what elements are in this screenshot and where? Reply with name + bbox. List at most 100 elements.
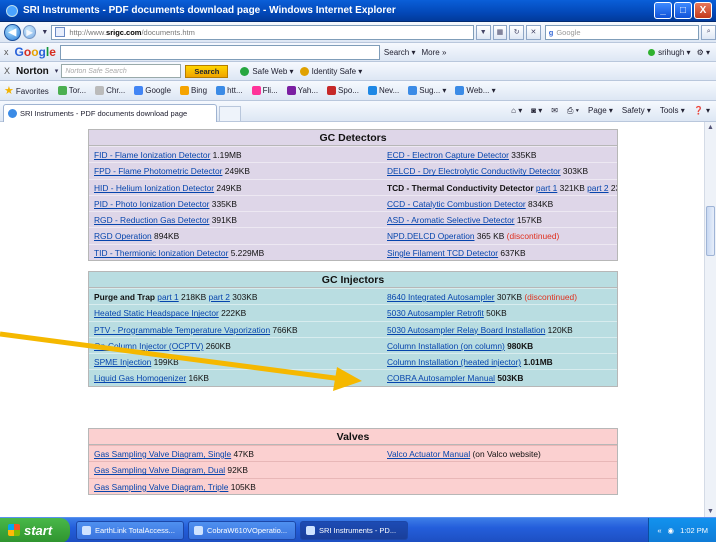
google-toolbar: x Google Search ▾ More » srihugh ▾ ⚙ ▾ bbox=[0, 43, 716, 62]
safe-web-button[interactable]: Safe Web ▾ bbox=[240, 66, 294, 76]
tab-sri-instruments[interactable]: SRI Instruments - PDF documents download… bbox=[3, 103, 217, 122]
google-user-menu[interactable]: srihugh ▾ bbox=[648, 48, 691, 57]
document-link[interactable]: 5030 Autosampler Retrofit bbox=[387, 308, 484, 318]
favorite-item[interactable]: Tor... bbox=[57, 86, 86, 95]
document-link-part-1[interactable]: part 1 bbox=[536, 183, 557, 193]
taskbar-item-cobra-doc[interactable]: CobraW610VOperatio... bbox=[188, 520, 296, 540]
new-tab-button[interactable] bbox=[219, 105, 241, 122]
empty-cell bbox=[382, 477, 617, 494]
home-icon[interactable]: ⌂ ▾ bbox=[511, 106, 522, 116]
scroll-thumb[interactable] bbox=[706, 206, 715, 256]
document-link[interactable]: PID - Photo Ionization Detector bbox=[94, 199, 209, 209]
file-size: 222KB bbox=[218, 308, 247, 319]
favorite-item[interactable]: Spo... bbox=[327, 86, 359, 95]
document-link-part-2[interactable]: part 2 bbox=[587, 183, 608, 193]
google-search-field[interactable] bbox=[59, 44, 380, 60]
address-dropdown-icon[interactable]: ▼ bbox=[475, 24, 491, 40]
tray-arrow-icon[interactable]: « bbox=[657, 526, 661, 535]
tools-menu[interactable]: Tools ▾ bbox=[660, 106, 685, 116]
document-link[interactable]: Column Installation (on column) bbox=[387, 341, 505, 351]
scroll-down-icon[interactable]: ▼ bbox=[705, 506, 716, 517]
address-field[interactable]: http://www. srigc.com/documents.htm bbox=[51, 24, 474, 40]
document-link-part-2[interactable]: part 2 bbox=[209, 292, 230, 302]
google-more-button[interactable]: More » bbox=[422, 48, 447, 57]
identity-safe-button[interactable]: Identity Safe ▾ bbox=[299, 66, 362, 76]
stop-icon[interactable]: ✕ bbox=[526, 24, 541, 40]
document-link[interactable]: Liquid Gas Homogenizer bbox=[94, 373, 186, 383]
page-viewport[interactable]: GC Detectors FID - Flame Ionization Dete… bbox=[0, 122, 704, 517]
document-link[interactable]: DELCD - Dry Electrolytic Conductivity De… bbox=[387, 166, 561, 176]
wrench-icon[interactable]: ⚙ ▾ bbox=[697, 48, 710, 57]
document-link[interactable]: RGD - Reduction Gas Detector bbox=[94, 215, 209, 225]
document-link[interactable]: NPD.DELCD Operation bbox=[387, 231, 475, 241]
google-toolbar-close-icon[interactable]: x bbox=[4, 47, 9, 57]
taskbar-item-earthlink[interactable]: EarthLink TotalAccess... bbox=[76, 520, 184, 540]
favorite-item[interactable]: Nev... bbox=[367, 86, 399, 95]
document-link[interactable]: Gas Sampling Valve Diagram, Single bbox=[94, 449, 231, 459]
file-size: 105KB bbox=[228, 481, 256, 492]
document-link[interactable]: FID - Flame Ionization Detector bbox=[94, 150, 210, 160]
document-link[interactable]: CCD - Catalytic Combustion Detector bbox=[387, 199, 526, 209]
document-link[interactable]: ECD - Electron Capture Detector bbox=[387, 150, 509, 160]
document-link[interactable]: Valco Actuator Manual bbox=[387, 449, 470, 459]
network-icon[interactable]: ◉ bbox=[668, 526, 675, 535]
favorite-item[interactable]: Bing bbox=[180, 86, 207, 95]
help-icon[interactable]: ❓ ▾ bbox=[694, 106, 710, 116]
favorites-button[interactable]: ★ Favorites bbox=[4, 84, 49, 97]
document-link[interactable]: TID - Thermionic Ionization Detector bbox=[94, 248, 228, 258]
refresh-icon[interactable]: ↻ bbox=[509, 24, 525, 40]
document-link[interactable]: Heated Static Headspace Injector bbox=[94, 308, 219, 318]
maximize-button[interactable]: □ bbox=[674, 2, 692, 19]
favorite-item[interactable]: Yah... bbox=[286, 86, 318, 95]
norton-toolbar-close-icon[interactable]: X bbox=[4, 66, 10, 76]
favorite-item[interactable]: Sug... ▾ bbox=[408, 86, 446, 95]
history-dropdown-icon[interactable]: ▼ bbox=[41, 29, 48, 36]
taskbar-item-sri-ie[interactable]: SRI Instruments - PD... bbox=[300, 520, 408, 540]
favorite-item[interactable]: Chr... bbox=[95, 86, 125, 95]
document-row: RGD - Reduction Gas Detector 391KB bbox=[89, 211, 382, 227]
document-link[interactable]: Column Installation (heated injector) bbox=[387, 357, 521, 367]
scroll-up-icon[interactable]: ▲ bbox=[705, 122, 716, 133]
page-menu[interactable]: Page ▾ bbox=[588, 106, 613, 116]
document-link[interactable]: 5030 Autosampler Relay Board Installatio… bbox=[387, 325, 545, 335]
document-link[interactable]: RGD Operation bbox=[94, 231, 152, 241]
document-link[interactable]: On-Column Injector (OCPTV) bbox=[94, 341, 203, 351]
favorite-item[interactable]: Web... ▾ bbox=[455, 86, 496, 95]
favorite-item[interactable]: Google bbox=[134, 86, 171, 95]
google-search-button[interactable]: Search ▾ bbox=[384, 48, 416, 57]
document-link-part-1[interactable]: part 1 bbox=[157, 292, 178, 302]
feeds-icon[interactable]: ◙ ▾ bbox=[531, 106, 542, 116]
back-button[interactable]: ◀ bbox=[4, 23, 21, 41]
document-link[interactable]: HID - Helium Ionization Detector bbox=[94, 183, 214, 193]
document-link[interactable]: ASD - Aromatic Selective Detector bbox=[387, 215, 515, 225]
document-link[interactable]: Gas Sampling Valve Diagram, Dual bbox=[94, 465, 225, 475]
compatibility-icon[interactable]: ▦ bbox=[492, 24, 508, 40]
norton-menu-icon[interactable]: ▾ bbox=[55, 67, 59, 75]
safety-menu[interactable]: Safety ▾ bbox=[622, 106, 651, 116]
minimize-button[interactable]: _ bbox=[654, 2, 672, 19]
mail-icon[interactable]: ✉ bbox=[551, 106, 558, 116]
search-box[interactable]: g Google bbox=[544, 24, 700, 40]
print-icon[interactable]: ⎙ ▾ bbox=[567, 106, 579, 116]
document-link[interactable]: Single Filament TCD Detector bbox=[387, 248, 498, 258]
close-button[interactable]: X bbox=[694, 2, 712, 19]
search-go-icon[interactable]: ⌕ bbox=[701, 24, 716, 40]
forward-button[interactable]: ▶ bbox=[22, 25, 37, 39]
norton-search-button[interactable]: Search bbox=[185, 64, 229, 78]
document-link[interactable]: 8640 Integrated Autosampler bbox=[387, 292, 495, 302]
favorite-item[interactable]: htt... bbox=[216, 86, 243, 95]
document-link-cobra-manual[interactable]: COBRA Autosampler Manual bbox=[387, 373, 495, 383]
document-link[interactable]: PTV - Programmable Temperature Vaporizat… bbox=[94, 325, 270, 335]
clock[interactable]: 1:02 PM bbox=[680, 526, 708, 535]
file-size: 335KB bbox=[508, 150, 537, 160]
document-link[interactable]: FPD - Flame Photometric Detector bbox=[94, 166, 222, 176]
section-title: Valves bbox=[89, 429, 617, 445]
vertical-scrollbar[interactable]: ▲ ▼ bbox=[704, 122, 716, 517]
favorite-item[interactable]: Fli... bbox=[251, 86, 278, 95]
safe-web-icon bbox=[240, 66, 250, 76]
document-link[interactable]: SPME Injection bbox=[94, 357, 151, 367]
document-link[interactable]: Gas Sampling Valve Diagram, Triple bbox=[94, 482, 228, 492]
window-title-bar[interactable]: SRI Instruments - PDF documents download… bbox=[0, 0, 716, 22]
norton-search-input[interactable]: Norton Safe Search bbox=[61, 64, 182, 78]
start-button[interactable]: start bbox=[0, 517, 70, 542]
